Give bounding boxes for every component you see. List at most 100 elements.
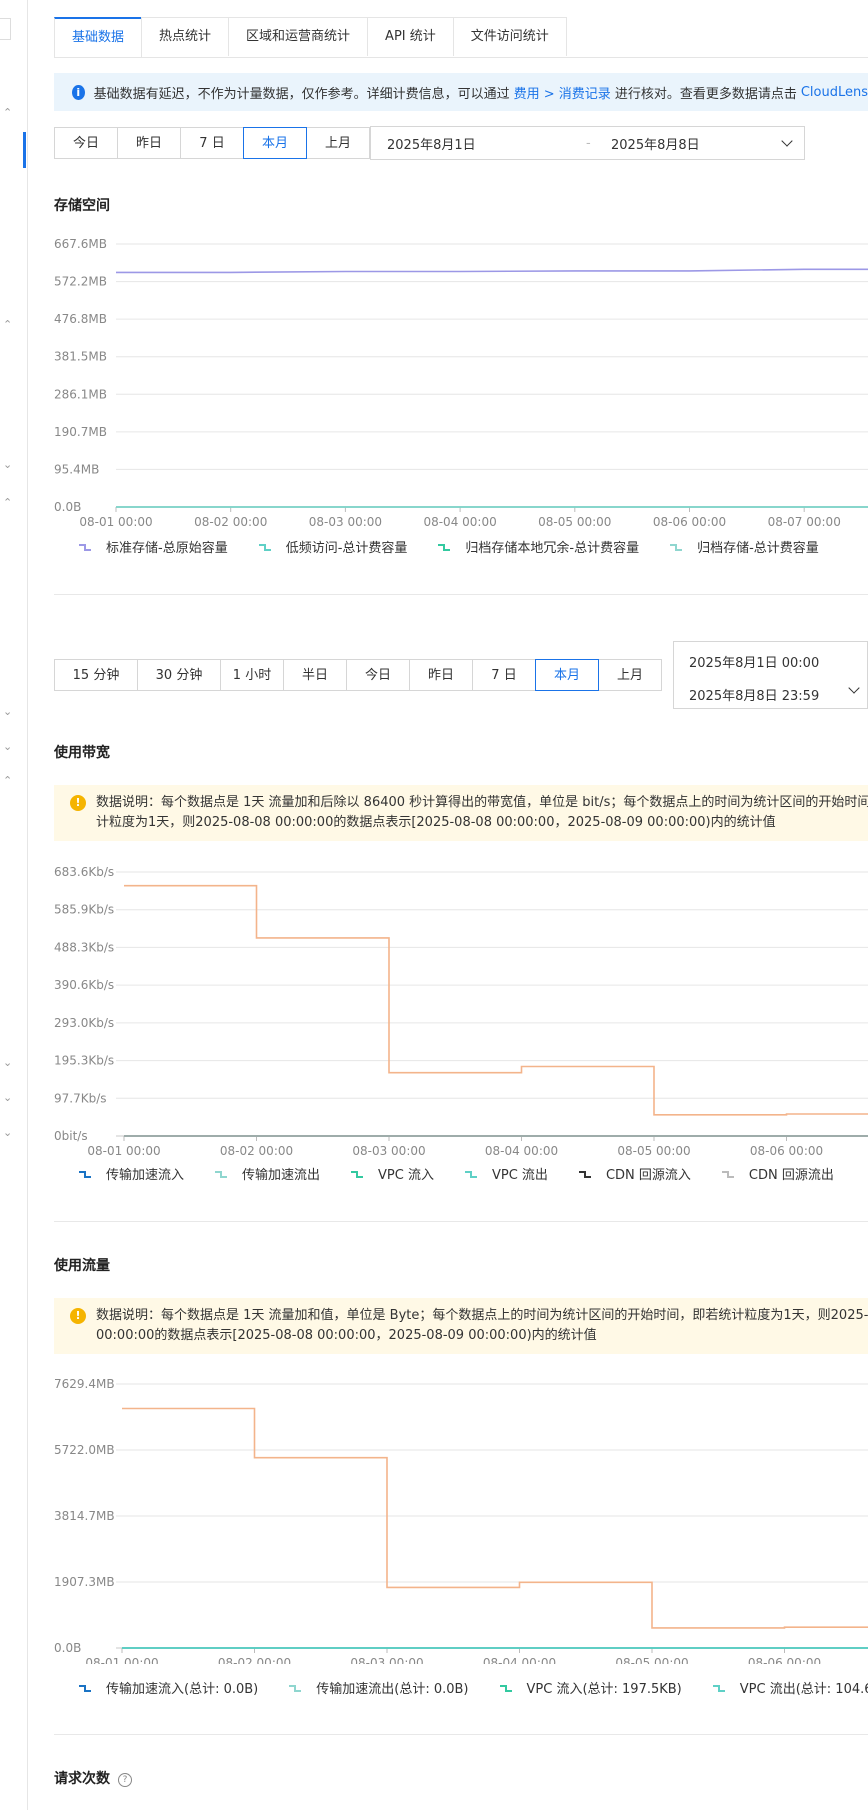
chevron-down-icon[interactable]: ⌄	[3, 1056, 12, 1069]
range-30min-button[interactable]: 30 分钟	[137, 659, 221, 691]
bandwidth-data-note: ! 数据说明：每个数据点是 1天 流量加和后除以 86400 秒计算得出的带宽值…	[54, 785, 868, 841]
tab-file-access-stats[interactable]: 文件访问统计	[452, 17, 567, 56]
chevron-down-icon[interactable]: ⌄	[3, 458, 12, 471]
legend-label: VPC 流入(总计: 197.5KB)	[526, 1682, 682, 1697]
legend-label: 标准存储-总原始容量	[106, 541, 228, 556]
chevron-down-icon[interactable]: ⌄	[3, 740, 12, 753]
nav-active-indicator	[23, 132, 26, 168]
tab-hotspot-stats[interactable]: 热点统计	[141, 17, 230, 56]
chevron-up-icon[interactable]: ⌃	[3, 318, 12, 331]
info-notice: i 基础数据有延迟，不作为计量数据，仅作参考。详细计费信息，可以通过 费用 > …	[54, 73, 868, 111]
series-line-unlabeled-6	[124, 884, 868, 1116]
y-tick-label: 585.9Kb/s	[54, 903, 114, 917]
y-tick-label: 97.7Kb/s	[54, 1091, 107, 1105]
range-yesterday-button[interactable]: 昨日	[117, 127, 181, 159]
y-tick-label: 1907.3MB	[54, 1575, 115, 1589]
traffic-chart: 7629.4MB 5722.0MB 3814.7MB 1907.3MB 0.0B 08-0…	[54, 1377, 868, 1664]
legend-item[interactable]: VPC 流出(总计: 104.6KB)	[712, 1678, 868, 1697]
legend-item[interactable]: 归档存储-总计费容量	[669, 537, 819, 556]
legend-label: CDN 回源流入	[605, 1168, 691, 1183]
x-tick-label: 08-01 00:00	[87, 1144, 160, 1158]
chevron-down-icon[interactable]: ⌄	[3, 705, 12, 718]
chevron-down-icon	[848, 682, 860, 694]
x-tick-label: 08-04 00:00	[423, 515, 496, 529]
range-1hour-button[interactable]: 1 小时	[220, 659, 284, 691]
date-range-picker-1[interactable]: 2025年8月1日 - 2025年8月8日	[370, 126, 805, 160]
range-today-button[interactable]: 今日	[54, 127, 118, 159]
legend-item[interactable]: VPC 流出	[464, 1164, 548, 1183]
chevron-up-icon[interactable]: ⌃	[3, 774, 12, 787]
chevron-up-icon[interactable]: ⌃	[3, 496, 12, 509]
x-tick-label: 08-01 00:00	[85, 1656, 158, 1664]
range-this-month-button[interactable]: 本月	[243, 127, 307, 159]
start-date: 2025年8月1日	[387, 137, 476, 153]
legend-item[interactable]: CDN 回源流入	[578, 1164, 691, 1183]
y-tick-label: 0.0B	[54, 500, 81, 514]
series-line-series	[116, 268, 868, 274]
quick-range-group-1: 今日 昨日 7 日 本月 上月	[54, 127, 370, 159]
legend-item[interactable]: 传输加速流出	[214, 1164, 320, 1183]
bandwidth-title: 使用带宽	[54, 745, 110, 761]
cloudlens-link[interactable]: CloudLens	[801, 85, 868, 100]
legend-step-icon	[578, 1170, 591, 1178]
warning-icon: !	[70, 1308, 86, 1324]
question-circle-icon[interactable]: ?	[118, 1773, 132, 1787]
tab-region-carrier-stats[interactable]: 区域和运营商统计	[228, 17, 369, 56]
range-this-month-button[interactable]: 本月	[535, 659, 599, 691]
legend-item[interactable]: 传输加速流入(总计: 0.0B)	[78, 1678, 258, 1697]
legend-item[interactable]: 归档存储本地冗余-总计费容量	[437, 537, 639, 556]
range-today-button[interactable]: 今日	[346, 659, 410, 691]
legend-step-icon	[464, 1170, 477, 1178]
tab-api-stats[interactable]: API 统计	[367, 17, 454, 56]
storage-chart: 667.6MB 572.2MB 476.8MB 381.5MB 286.1MB 190.7…	[54, 237, 868, 529]
collapse-toggle[interactable]	[0, 18, 11, 40]
legend-item[interactable]: 传输加速流入	[78, 1164, 184, 1183]
notice-text-before: 基础数据有延迟，不作为计量数据，仅作参考。详细计费信息，可以通过	[93, 86, 510, 102]
legend-label: VPC 流入	[378, 1168, 434, 1183]
range-last-month-button[interactable]: 上月	[306, 127, 370, 159]
legend-item[interactable]: VPC 流入(总计: 197.5KB)	[499, 1678, 682, 1697]
x-tick-label: 08-05 00:00	[615, 1656, 688, 1664]
range-7day-button[interactable]: 7 日	[180, 127, 244, 159]
y-tick-label: 683.6Kb/s	[54, 865, 114, 879]
range-last-month-button[interactable]: 上月	[598, 659, 662, 691]
legend-item[interactable]: VPC 流入	[350, 1164, 434, 1183]
y-tick-label: 190.7MB	[54, 425, 107, 439]
range-15min-button[interactable]: 15 分钟	[54, 659, 138, 691]
legend-item[interactable]: CDN 回源流出	[721, 1164, 834, 1183]
left-nav-rail: ⌃ ⌃ ⌄ ⌃ ⌄ ⌄ ⌃ ⌄ ⌄ ⌄	[0, 0, 28, 1810]
end-date: 2025年8月8日	[611, 137, 700, 153]
legend-step-icon	[258, 543, 271, 551]
range-7day-button[interactable]: 7 日	[472, 659, 536, 691]
billing-link[interactable]: 费用 > 消费记录	[514, 83, 611, 102]
y-tick-label: 7629.4MB	[54, 1377, 115, 1391]
chevron-up-icon[interactable]: ⌃	[3, 106, 12, 119]
legend-item[interactable]: 传输加速流出(总计: 0.0B)	[288, 1678, 469, 1697]
divider	[54, 1221, 868, 1222]
traffic-legend: 传输加速流入(总计: 0.0B) 传输加速流出(总计: 0.0B) VPC 流入(总…	[78, 1678, 868, 1697]
chevron-down-icon[interactable]: ⌄	[3, 1091, 12, 1104]
range-halfday-button[interactable]: 半日	[283, 659, 347, 691]
legend-step-icon	[351, 1170, 364, 1178]
chevron-down-icon[interactable]: ⌄	[3, 1126, 12, 1139]
traffic-title: 使用流量	[54, 1258, 110, 1274]
note-line: 00:00:00的数据点表示[2025-08-08 00:00:00，2025-…	[96, 1328, 597, 1343]
warning-icon: !	[70, 795, 86, 811]
y-tick-label: 195.3Kb/s	[54, 1054, 114, 1068]
bandwidth-legend: 传输加速流入 传输加速流出 VPC 流入 VPC 流出 CDN 回源流入 CDN 回源流出	[78, 1164, 864, 1183]
tab-basic-data[interactable]: 基础数据	[54, 17, 143, 57]
quick-range-group-2: 15 分钟 30 分钟 1 小时 半日 今日 昨日 7 日 本月 上月	[54, 659, 662, 691]
bandwidth-chart: 683.6Kb/s 585.9Kb/s 488.3Kb/s 390.6Kb/s 293.…	[54, 865, 868, 1158]
note-line: 计粒度为1天，则2025-08-08 00:00:00的数据点表示[2025-0…	[96, 815, 776, 830]
legend-item[interactable]: 低频访问-总计费容量	[258, 537, 407, 556]
storage-title: 存储空间	[54, 198, 110, 214]
y-tick-label: 3814.7MB	[54, 1509, 115, 1523]
y-tick-label: 5722.0MB	[54, 1443, 115, 1457]
legend-step-icon	[289, 1684, 302, 1692]
tab-bar: 基础数据 热点统计 区域和运营商统计 API 统计 文件访问统计	[54, 17, 868, 58]
legend-item[interactable]: 标准存储-总原始容量	[78, 537, 228, 556]
date-time-range-picker-2[interactable]: 2025年8月1日 00:00 2025年8月8日 23:59	[673, 641, 868, 709]
x-tick-label: 08-05 00:00	[617, 1144, 690, 1158]
divider	[54, 1734, 868, 1735]
range-yesterday-button[interactable]: 昨日	[409, 659, 473, 691]
